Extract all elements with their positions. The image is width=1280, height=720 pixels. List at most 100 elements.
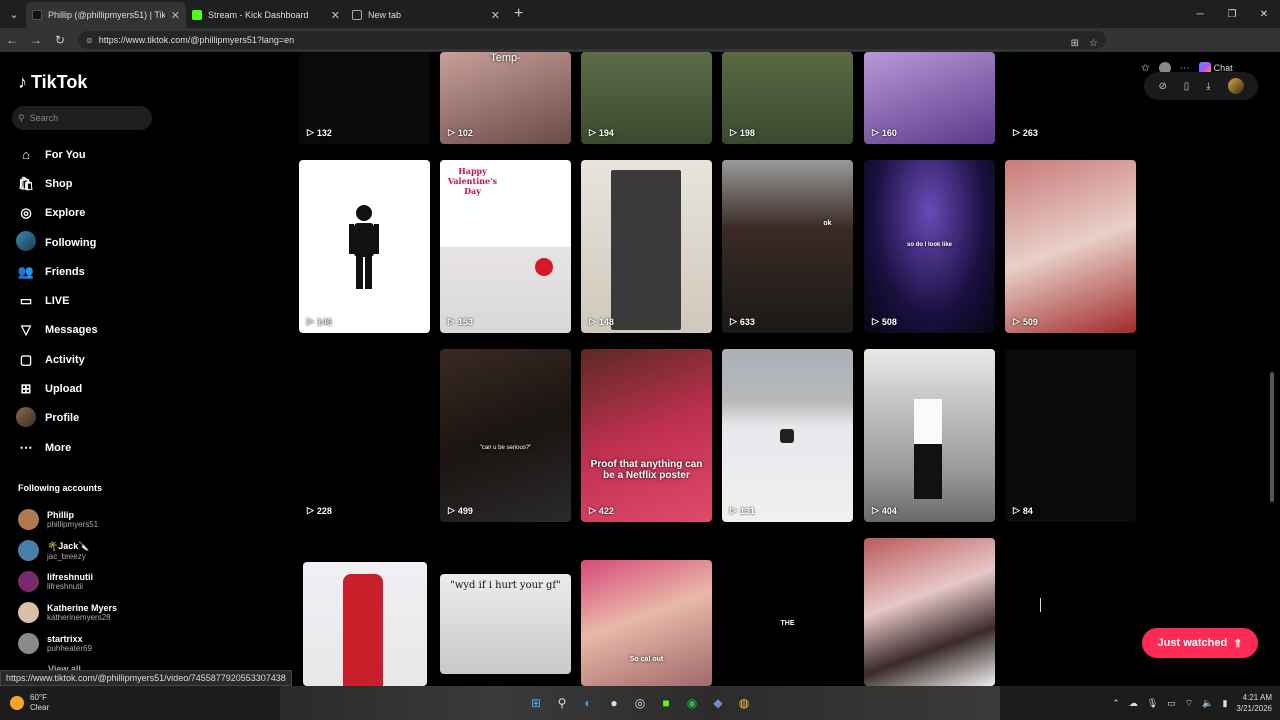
just-watched-button[interactable]: Just watched ⇑	[1142, 628, 1258, 658]
mirror-shape	[611, 170, 681, 330]
video-tile[interactable]: ▷ 194	[581, 52, 712, 144]
account-name: lifreshnutii	[47, 572, 94, 582]
play-count: ▷ 228	[307, 505, 332, 516]
nav-live[interactable]: ▭ LIVE	[16, 286, 98, 315]
video-tile[interactable]: "wyd if i hurt your gf"	[440, 574, 571, 674]
video-tile[interactable]: ▷ 146	[299, 160, 430, 333]
volume-icon[interactable]: 🔈	[1202, 698, 1213, 709]
discord-icon[interactable]: ◆	[710, 695, 726, 711]
person-figure	[914, 399, 942, 499]
compass-icon[interactable]: ⊘	[1158, 81, 1166, 92]
close-tab-icon[interactable]: ✕	[171, 9, 180, 22]
following-avatar-icon	[16, 231, 36, 254]
video-tile[interactable]: "can u be serious?" ▷ 499	[440, 349, 571, 522]
nav-label: For You	[45, 148, 86, 161]
battery-icon[interactable]: ▮	[1222, 698, 1227, 709]
account-item[interactable]: Katherine Myers katherinemyers28	[18, 597, 117, 628]
account-item[interactable]: Phillip phillipmyers51	[18, 504, 117, 535]
nav-activity[interactable]: ▢ Activity	[16, 345, 98, 374]
account-handle: puhheater69	[47, 644, 92, 653]
video-caption: Proof that anything can be a Netflix pos…	[590, 459, 703, 481]
chevron-up-icon[interactable]: ⌃	[1112, 698, 1120, 709]
close-window-icon[interactable]: ✕	[1248, 0, 1280, 28]
video-tile[interactable]: ▷ 131	[722, 349, 853, 522]
play-count: ▷ 160	[872, 127, 897, 138]
video-tile[interactable]: ▷ 198	[722, 52, 853, 144]
new-tab-plus-icon[interactable]: +	[514, 5, 523, 23]
device-icon[interactable]: ▯	[1184, 81, 1190, 92]
weather-widget[interactable]: 60°F Clear	[10, 693, 49, 713]
obs-icon[interactable]: ●	[606, 695, 622, 711]
account-item[interactable]: lifreshnutii lifreshnutii	[18, 566, 117, 597]
nav-label: Upload	[45, 383, 83, 396]
video-tile[interactable]: ok ▷ 633	[722, 160, 853, 333]
site-info-icon[interactable]: ⊜	[86, 36, 93, 45]
tab-kick[interactable]: Stream - Kick Dashboard ✕	[186, 2, 346, 28]
video-tile[interactable]: ▷ 509	[1005, 160, 1136, 333]
url-input[interactable]: ⊜ https://www.tiktok.com/@phillipmyers51…	[78, 31, 1106, 49]
video-tile[interactable]	[303, 562, 427, 686]
nav-friends[interactable]: 👥 Friends	[16, 257, 98, 286]
video-tile[interactable]: ▷ 228	[299, 349, 430, 522]
account-handle: phillipmyers51	[47, 520, 99, 529]
spotify-icon[interactable]: ◉	[684, 695, 700, 711]
chrome-icon[interactable]: ◍	[736, 695, 752, 711]
search-icon[interactable]: ⚲	[554, 695, 570, 711]
video-tile[interactable]: So cal out	[581, 560, 712, 686]
video-tile[interactable]	[864, 538, 995, 686]
video-tile[interactable]: ▷ 148	[581, 160, 712, 333]
nav-messages[interactable]: ▽ Messages	[16, 316, 98, 345]
video-tile[interactable]: ▷ 84	[1005, 349, 1136, 522]
video-tile[interactable]: ▷ 263	[1005, 52, 1136, 144]
video-tile[interactable]: Proof that anything can be a Netflix pos…	[581, 349, 712, 522]
tab-list-menu-icon[interactable]: ⌄	[2, 4, 26, 24]
nav-profile[interactable]: Profile	[16, 404, 98, 433]
clock[interactable]: 4:21 AM 3/21/2026	[1236, 692, 1272, 714]
account-item[interactable]: startrixx puhheater69	[18, 628, 117, 659]
favorite-star-icon[interactable]: ☆	[1089, 38, 1098, 49]
video-tile[interactable]: so do I look like ▷ 508	[864, 160, 995, 333]
restore-icon[interactable]: ❐	[1216, 0, 1248, 28]
nav-more[interactable]: ⋯ More	[16, 433, 98, 462]
windows-start-icon[interactable]: ⊞	[528, 695, 544, 711]
kick-app-icon[interactable]: ■	[658, 695, 674, 711]
tab-tiktok[interactable]: Phillip (@phillipmyers51) | TikTok ✕	[26, 2, 186, 28]
back-arrow-icon[interactable]: ←	[0, 28, 24, 52]
page-scrollbar[interactable]	[1270, 372, 1274, 502]
profile-avatar-icon	[16, 406, 36, 430]
url-text: https://www.tiktok.com/@phillipmyers51?l…	[98, 35, 295, 45]
tiktok-favicon-icon	[32, 10, 42, 20]
video-tile[interactable]: Temp- ▷ 102	[440, 52, 571, 144]
app-icon[interactable]: ◎	[632, 695, 648, 711]
search-input[interactable]: ⚲ Search	[12, 106, 152, 130]
close-tab-icon[interactable]: ✕	[491, 9, 500, 22]
network-app-icon[interactable]: ☁	[1129, 698, 1138, 709]
edge-icon[interactable]: ◐	[580, 695, 596, 711]
video-tile[interactable]: Happy Valentine's Day ▷ 153	[440, 160, 571, 333]
nav-following[interactable]: Following	[16, 228, 98, 257]
display-icon[interactable]: ▭	[1167, 698, 1176, 709]
nav-upload[interactable]: ⊞ Upload	[16, 374, 98, 403]
video-tile[interactable]: ▷ 132	[299, 52, 430, 144]
minimize-icon[interactable]: ─	[1184, 0, 1216, 28]
video-tile[interactable]: ▷ 160	[864, 52, 995, 144]
download-icon[interactable]: ⤓	[1206, 81, 1210, 92]
tiktok-logo[interactable]: ♪ TikTok	[18, 72, 87, 93]
video-tile[interactable]: THE	[722, 560, 853, 686]
app-available-icon[interactable]: ⊞	[1071, 38, 1079, 49]
nav-label: Friends	[45, 265, 85, 278]
nav-explore[interactable]: ◎ Explore	[16, 199, 98, 228]
nav-shop[interactable]: 🛍 Shop	[16, 169, 98, 198]
video-caption: so do I look like	[906, 242, 952, 248]
wifi-icon[interactable]: ⌔	[1185, 698, 1193, 709]
forward-arrow-icon[interactable]: →	[24, 28, 48, 52]
close-tab-icon[interactable]: ✕	[331, 9, 340, 22]
nav-label: Shop	[45, 177, 73, 190]
video-tile[interactable]: ▷ 404	[864, 349, 995, 522]
tab-new[interactable]: New tab ✕	[346, 2, 506, 28]
nav-for-you[interactable]: ⌂ For You	[16, 140, 98, 169]
account-item[interactable]: 🌴Jack🔪 jac_breezy	[18, 535, 117, 566]
profile-avatar-icon[interactable]	[1227, 78, 1244, 94]
refresh-icon[interactable]: ↻	[48, 28, 72, 52]
microphone-icon[interactable]: 🎙	[1147, 698, 1158, 709]
